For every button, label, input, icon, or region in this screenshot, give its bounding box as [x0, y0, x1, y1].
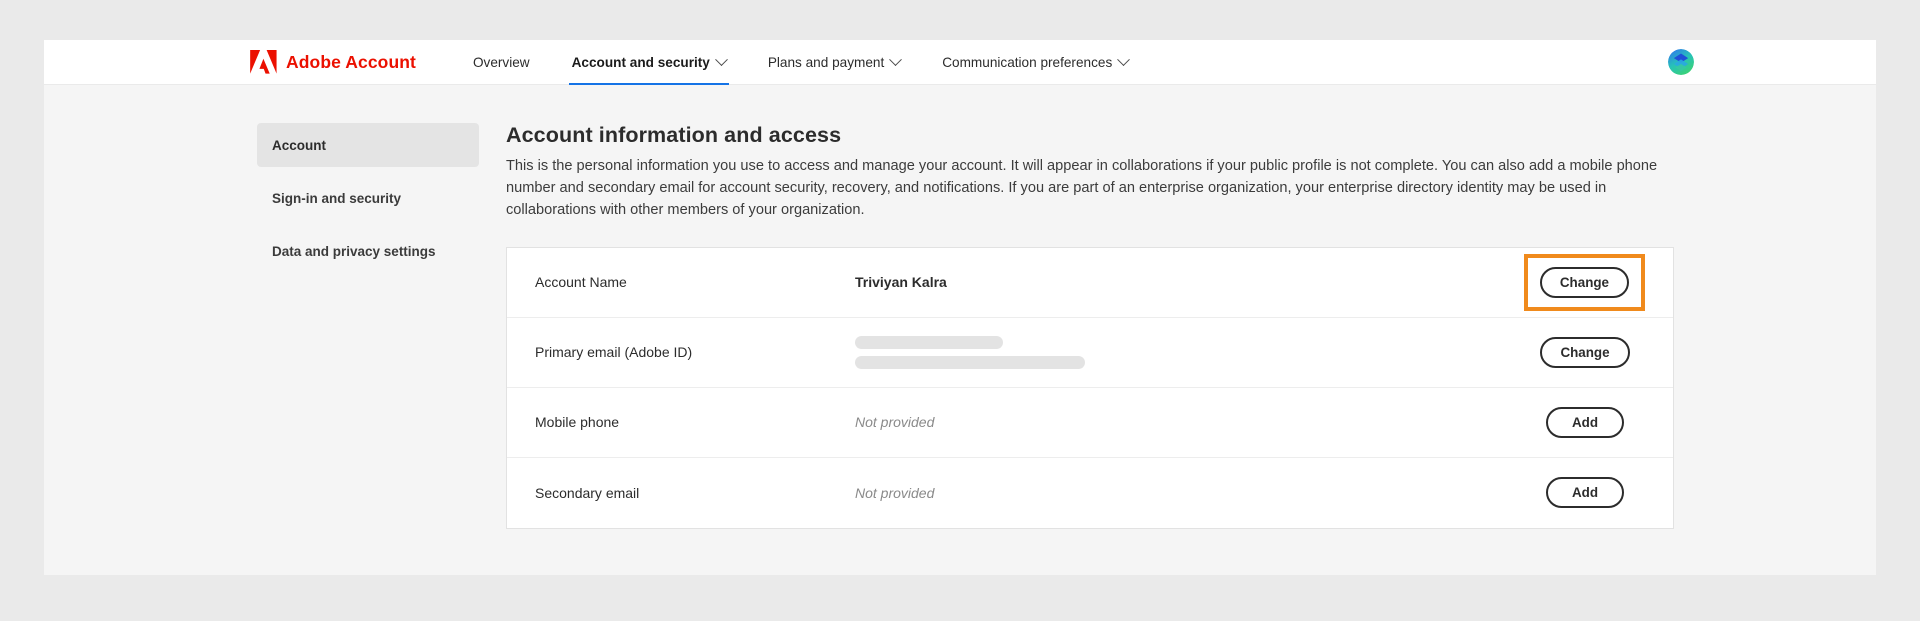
redacted-bar: [855, 335, 1003, 349]
nav-item-label: Plans and payment: [767, 54, 885, 70]
adobe-logo-icon: [250, 50, 277, 74]
row-action: Add: [1525, 477, 1645, 509]
page-viewport: Adobe Account Overview Account and secur…: [44, 40, 1876, 575]
table-row: Primary email (Adobe ID) Change: [507, 318, 1673, 388]
brand-name: Adobe Account: [286, 51, 416, 72]
row-label: Mobile phone: [535, 414, 620, 431]
row-action: Change: [1525, 336, 1645, 368]
nav-item-label: Communication preferences: [942, 54, 1113, 70]
account-information-card: Account Name Triviyan Kalra Change Prima…: [506, 246, 1674, 529]
nav-item-overview[interactable]: Overview: [452, 40, 551, 85]
brand-link[interactable]: Adobe Account: [250, 50, 416, 74]
redacted-email-placeholder: [855, 335, 1525, 369]
sidebar-item-data-and-privacy-settings[interactable]: Data and privacy settings: [257, 229, 479, 273]
table-row: Account Name Triviyan Kalra Change: [507, 248, 1673, 318]
row-label: Account Name: [535, 274, 627, 291]
primary-nav: Overview Account and security Plans and …: [452, 40, 1149, 85]
add-mobile-phone-button[interactable]: Add: [1546, 406, 1624, 438]
row-label: Secondary email: [535, 484, 640, 501]
row-value: Not provided: [855, 414, 935, 431]
row-value-redacted: [855, 335, 1525, 369]
settings-sidebar: Account Sign-in and security Data and pr…: [257, 123, 479, 575]
sidebar-item-label: Data and privacy settings: [272, 243, 436, 259]
screenshot-root: Adobe Account Overview Account and secur…: [0, 0, 1920, 621]
nav-item-communication-preferences[interactable]: Communication preferences: [921, 40, 1149, 85]
redacted-bar: [855, 355, 1085, 369]
change-account-name-button[interactable]: Change: [1539, 266, 1629, 298]
chevron-down-icon: [714, 52, 728, 66]
highlight-box: Change: [1523, 253, 1645, 311]
add-secondary-email-button[interactable]: Add: [1546, 477, 1624, 509]
table-row: Secondary email Not provided Add: [507, 458, 1673, 528]
page-content: Account Sign-in and security Data and pr…: [44, 85, 1876, 575]
nav-item-label: Overview: [472, 54, 530, 70]
table-row: Mobile phone Not provided Add: [507, 388, 1673, 458]
sidebar-item-account[interactable]: Account: [257, 123, 479, 167]
sidebar-item-label: Sign-in and security: [272, 190, 402, 206]
row-action: Change: [1523, 253, 1645, 311]
nav-item-account-and-security[interactable]: Account and security: [551, 40, 747, 85]
main-panel: Account information and access This is t…: [479, 123, 1876, 575]
row-action: Add: [1525, 406, 1645, 438]
row-label: Primary email (Adobe ID): [535, 344, 693, 361]
row-value: Not provided: [855, 484, 935, 501]
nav-item-label: Account and security: [571, 54, 710, 70]
change-primary-email-button[interactable]: Change: [1540, 336, 1630, 368]
page-title: Account information and access: [506, 123, 842, 147]
sidebar-item-sign-in-and-security[interactable]: Sign-in and security: [257, 176, 479, 220]
topbar-right-group: [1668, 49, 1694, 75]
page-description: This is the personal information you use…: [506, 158, 1658, 219]
chevron-down-icon: [889, 52, 903, 66]
user-avatar-icon[interactable]: [1668, 49, 1694, 75]
row-value: Triviyan Kalra: [855, 274, 947, 291]
sidebar-item-label: Account: [272, 137, 326, 153]
chevron-down-icon: [1117, 52, 1131, 66]
top-navigation-bar: Adobe Account Overview Account and secur…: [44, 40, 1876, 85]
nav-item-plans-and-payment[interactable]: Plans and payment: [747, 40, 921, 85]
